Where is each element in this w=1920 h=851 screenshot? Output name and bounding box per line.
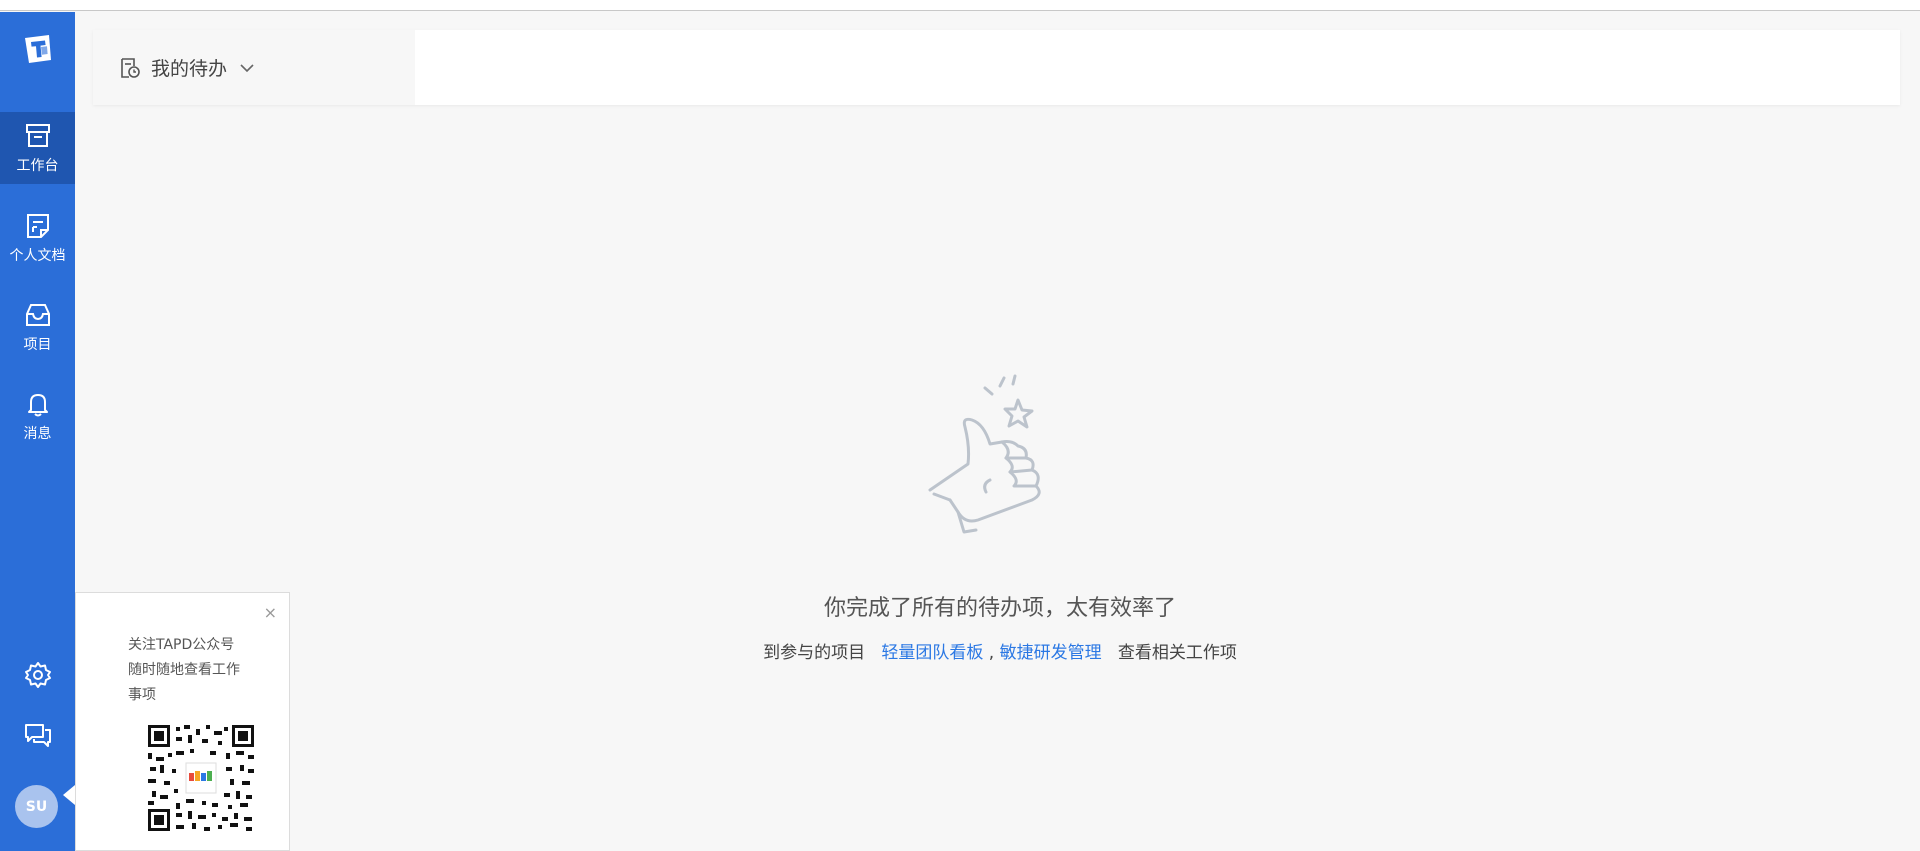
qr-popup-line-1: 关注TAPD公众号	[128, 637, 235, 653]
tapd-logo[interactable]	[0, 32, 75, 92]
settings-button[interactable]	[0, 652, 75, 698]
sidebar-item-personal-docs[interactable]: 个人文档	[0, 202, 75, 274]
project-inbox-icon	[25, 304, 50, 326]
tapd-logo-icon	[24, 35, 51, 63]
thumbs-up-star-icon	[928, 374, 1041, 534]
todo-selector-label: 我的待办	[151, 58, 228, 80]
sidebar-item-workbench[interactable]: 工作台	[0, 112, 75, 184]
chat-icon	[24, 724, 51, 747]
selector-tab-background	[319, 30, 415, 105]
sidebar-item-label: 项目	[23, 337, 52, 353]
workbench-icon	[25, 124, 50, 147]
window-top-edge	[0, 0, 1920, 11]
sidebar: 工作台 个人文档 项目 消息 SU	[0, 12, 75, 851]
todo-view-selector[interactable]: 我的待办	[93, 30, 319, 105]
empty-state-suffix: 查看相关工作项	[1117, 643, 1237, 663]
gear-icon	[24, 662, 51, 688]
personal-doc-icon	[26, 214, 49, 238]
feedback-button[interactable]	[0, 712, 75, 758]
qr-popup-line-3: 事项	[128, 687, 156, 703]
link-agile-management[interactable]: 敏捷研发管理	[1000, 643, 1102, 663]
avatar[interactable]: SU	[15, 785, 58, 828]
bell-icon	[27, 394, 48, 417]
close-icon[interactable]: ×	[264, 603, 277, 622]
empty-state-title: 你完成了所有的待办项，太有效率了	[823, 596, 1176, 621]
sidebar-item-label: 消息	[23, 426, 52, 442]
popup-pointer	[63, 785, 75, 805]
chevron-down-icon	[240, 63, 254, 72]
wechat-qr-popup: × 关注TAPD公众号 随时随地查看工作 事项	[75, 592, 290, 851]
link-separator: ,	[988, 643, 995, 663]
sidebar-item-projects[interactable]: 项目	[0, 291, 75, 363]
qr-popup-line-2: 随时随地查看工作	[128, 662, 240, 678]
link-lightweight-kanban[interactable]: 轻量团队看板	[881, 643, 983, 663]
header-bar: 我的待办	[93, 30, 1900, 105]
empty-state-subtitle: 到参与的项目 轻量团队看板 , 敏捷研发管理 查看相关工作项	[600, 638, 1400, 663]
sidebar-item-label: 个人文档	[9, 248, 66, 264]
qr-popup-text: 关注TAPD公众号 随时随地查看工作 事项	[128, 633, 268, 708]
calendar-clock-icon	[121, 57, 140, 78]
avatar-text: SU	[25, 798, 48, 815]
qr-code-icon	[146, 723, 256, 833]
sidebar-item-label: 工作台	[16, 158, 59, 174]
empty-state-prefix: 到参与的项目	[763, 643, 866, 663]
sidebar-item-messages[interactable]: 消息	[0, 380, 75, 452]
